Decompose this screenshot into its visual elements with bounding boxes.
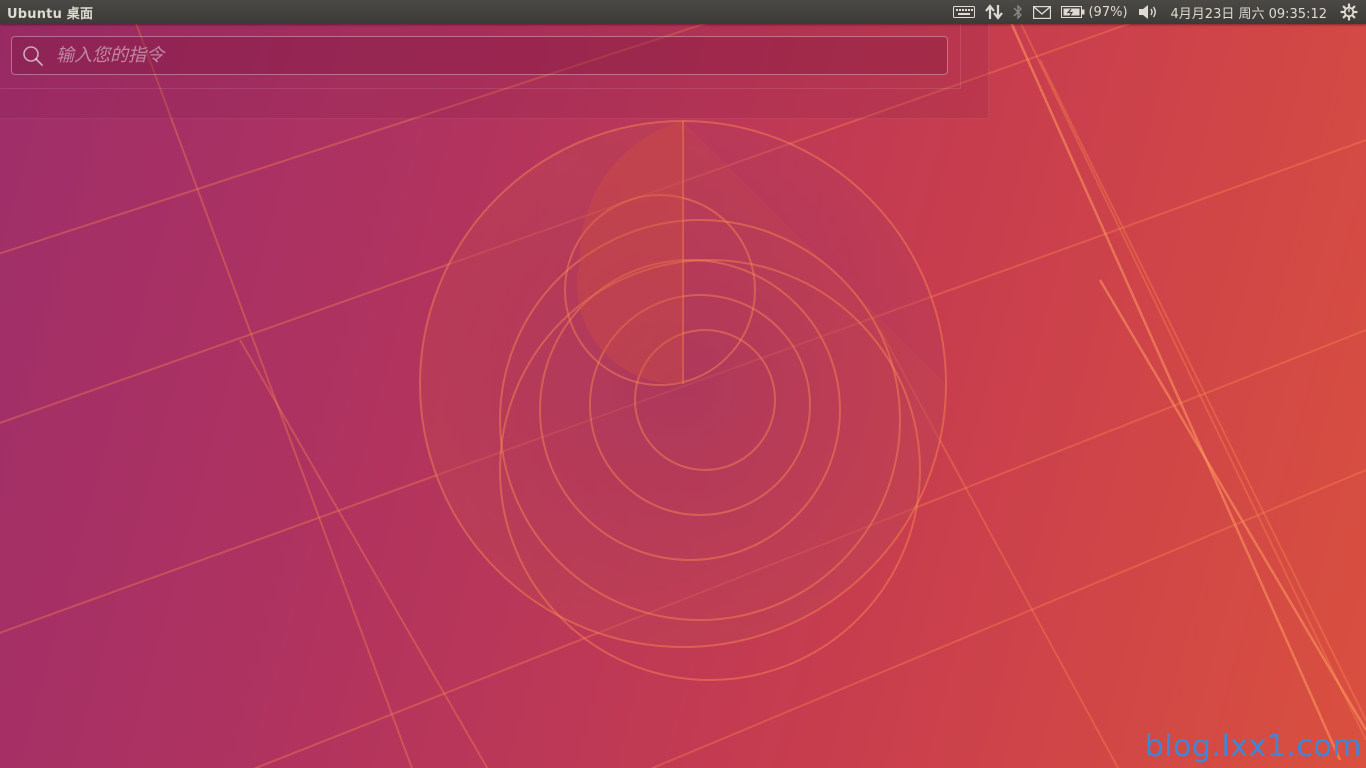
- network-indicator[interactable]: [980, 0, 1008, 24]
- search-icon: [22, 45, 44, 67]
- indicator-area: (97%) 4月月23日 周六 09:35:12: [948, 0, 1366, 24]
- keyboard-indicator[interactable]: [948, 0, 980, 24]
- clock-indicator[interactable]: 4月月23日 周六 09:35:12: [1163, 0, 1335, 24]
- battery-indicator[interactable]: (97%): [1056, 0, 1132, 24]
- watermark-text: blog.lxx1.com: [1144, 729, 1362, 764]
- mail-indicator[interactable]: [1028, 0, 1056, 24]
- volume-icon: [1138, 5, 1156, 19]
- dash-search-box[interactable]: [11, 36, 948, 75]
- keyboard-icon: [953, 6, 976, 18]
- clock-datetime: 4月月23日 周六 09:35:12: [1170, 6, 1327, 22]
- window-title: Ubuntu 桌面: [7, 6, 94, 22]
- session-indicator[interactable]: [1335, 0, 1366, 24]
- desktop: Ubuntu 桌面 (97%) 4月月23日 周六 09:35:12 输入您的指…: [0, 0, 1366, 768]
- battery-icon: [1061, 6, 1085, 18]
- volume-indicator[interactable]: [1133, 0, 1163, 24]
- gear-power-icon: [1340, 3, 1358, 21]
- battery-percent: (97%): [1088, 4, 1128, 20]
- bluetooth-icon: [1014, 4, 1023, 20]
- dash-overlay: [0, 24, 989, 119]
- dash-search-area: [0, 24, 961, 89]
- network-updown-icon: [985, 4, 1004, 20]
- top-panel: Ubuntu 桌面 (97%) 4月月23日 周六 09:35:12: [0, 0, 1366, 24]
- mail-icon: [1033, 5, 1052, 19]
- dash-search-input[interactable]: [54, 44, 947, 67]
- bluetooth-indicator[interactable]: [1008, 0, 1028, 24]
